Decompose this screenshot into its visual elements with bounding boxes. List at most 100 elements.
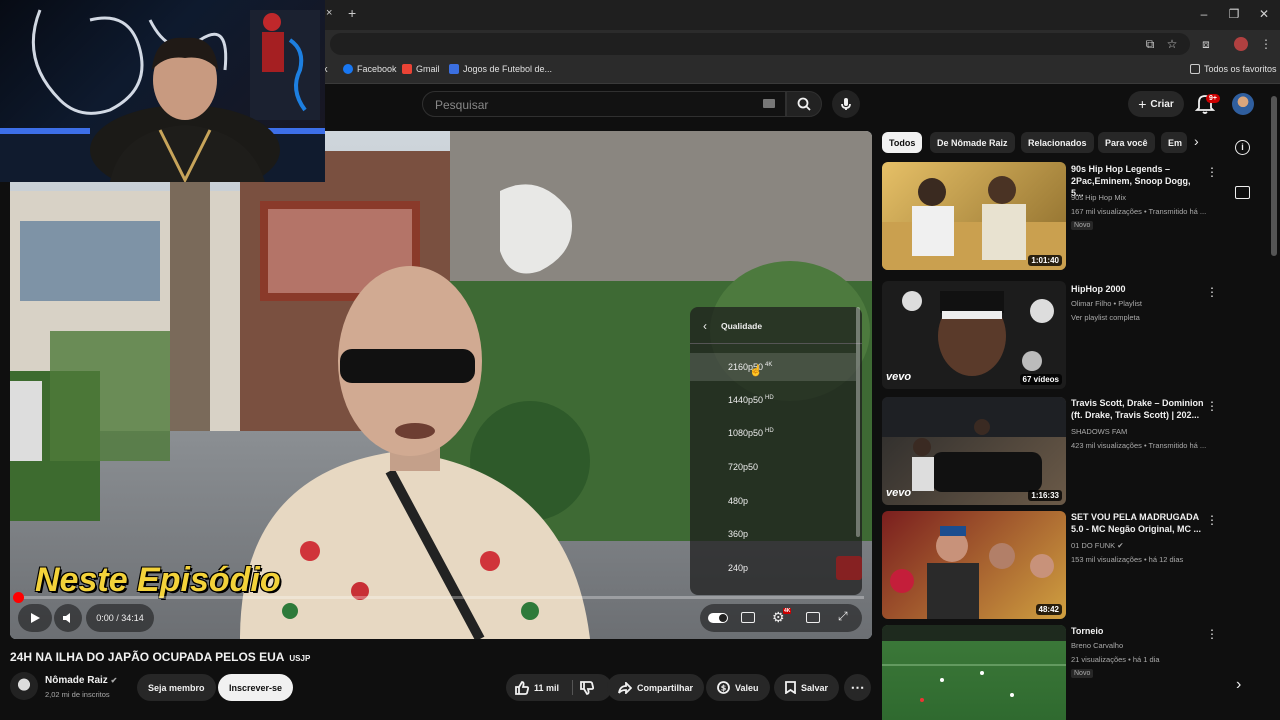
search-placeholder: Pesquisar [435,98,489,112]
more-vertical-icon[interactable]: ⋮ [1206,286,1218,298]
chip-label: Em [1168,137,1183,148]
time-text: 0:00 / 34:14 [96,613,144,623]
vevo-logo: vevo [886,371,912,383]
quality-option[interactable]: 480p [728,496,748,506]
join-button[interactable]: Seja membro [137,674,216,701]
close-window-icon[interactable]: ✕ [1256,7,1272,21]
bookmark-facebook[interactable]: Facebook [343,64,397,74]
recommendation-meta: 167 mil visualizações • Transmitido há .… [1071,207,1207,216]
recommendation-thumbnail[interactable]: 48:42 [882,511,1066,619]
extensions-icon[interactable]: ⧈ [1198,37,1214,52]
like-button[interactable]: 11 mil [515,680,559,695]
quality-option[interactable]: 360p [728,529,748,539]
play-button[interactable] [18,604,52,632]
recommendation-thumbnail[interactable]: 1:01:40 [882,162,1066,270]
recommendation-meta[interactable]: Ver playlist completa [1071,313,1221,322]
create-button[interactable]: + Criar [1128,91,1184,117]
chip-channel[interactable]: De Nômade Raiz [930,132,1015,153]
thanks-button[interactable]: $ Valeu [706,674,770,701]
chip-more[interactable]: Em [1161,132,1187,153]
more-vertical-icon[interactable]: ⋮ [1206,628,1218,640]
bookmark-gmail[interactable]: Gmail [402,64,440,74]
chat-icon[interactable] [1235,186,1250,199]
progress-bar[interactable] [18,596,864,599]
recommendation-title[interactable]: Torneio [1071,625,1205,637]
channel-avatar[interactable] [10,672,38,700]
settings-4k-badge: 4K [783,608,792,614]
mute-button[interactable] [54,604,82,632]
recommendation-thumbnail[interactable]: vevo 1:16:33 [882,397,1066,505]
bookmark-label: Facebook [357,64,397,74]
bookmark-icon [785,681,796,694]
next-chevron-icon[interactable]: › [1236,676,1241,694]
address-bar[interactable] [330,33,1190,55]
restore-icon[interactable]: ❐ [1226,7,1242,21]
subtitles-icon[interactable] [741,612,755,623]
search-input[interactable]: Pesquisar [422,91,786,117]
keyboard-icon[interactable] [763,99,775,108]
minimize-icon[interactable]: – [1196,7,1212,21]
more-vertical-icon[interactable]: ⋮ [1206,400,1218,412]
recommendation-thumbnail[interactable]: vevo 67 vídeos [882,281,1066,389]
chip-related[interactable]: Relacionados [1021,132,1094,153]
new-badge: Novo [1071,669,1094,678]
all-favorites[interactable]: Todos os favoritos [1190,64,1277,74]
like-divider [572,680,573,695]
more-vertical-icon[interactable]: ⋮ [1206,166,1218,178]
quality-option[interactable]: 1440p50 HD [728,395,774,405]
recommendation-channel[interactable]: 01 DO FUNK ✔ [1071,541,1221,550]
close-tab-icon[interactable]: × [326,7,332,19]
save-button[interactable]: Salvar [774,674,840,701]
subscribe-button[interactable]: Inscrever-se [218,674,294,701]
thumbs-down-icon[interactable] [580,681,594,695]
video-overlay-caption: Neste Episódio [35,561,281,599]
playlist-count: 67 vídeos [1019,374,1062,385]
recommendation-channel[interactable]: Breno Carvalho [1071,641,1221,650]
quality-option[interactable]: 720p50 [728,462,758,472]
chips-next-chevron-icon[interactable]: › [1194,133,1199,149]
video-player[interactable]: Neste Episódio ‹ Qualidade 2160p50 4K 144… [10,131,872,639]
autoplay-toggle[interactable] [708,613,728,623]
chip-label: De Nômade Raiz [937,137,1008,148]
video-title: 24H NA ILHA DO JAPÃO OCUPADA PELOS EUA U… [10,650,310,664]
new-tab-button[interactable]: + [348,5,356,21]
recommendation-channel[interactable]: 90s Hip Hop Mix [1071,193,1221,202]
thumbnail-image [890,526,1054,619]
video-title-suffix: USJP [289,654,311,663]
chip-for-you[interactable]: Para você [1098,132,1155,153]
recommendation-meta: 423 mil visualizações • Transmitido há .… [1071,441,1207,450]
back-chevron-icon[interactable]: ‹ [703,319,707,333]
user-avatar[interactable] [1232,93,1254,115]
install-icon[interactable]: ⧉ [1142,37,1158,52]
fullscreen-icon[interactable]: ⤢ [838,609,848,624]
scrubber-handle[interactable] [13,592,24,603]
video-duration: 48:42 [1035,604,1062,615]
quality-option[interactable]: 240p [728,563,748,573]
recommendation-channel[interactable]: Olimar Filho • Playlist [1071,299,1221,308]
browser-menu-icon[interactable]: ⋮ [1258,37,1274,51]
recommendation-title[interactable]: SET VOU PELA MADRUGADA 5.0 - MC Negão Or… [1071,511,1205,535]
channel-name[interactable]: Nômade Raiz ✔ [45,675,117,686]
bookmark-jogos[interactable]: Jogos de Futebol de... [449,64,552,74]
recommendation-title[interactable]: Travis Scott, Drake – Dominion (ft. Drak… [1071,397,1205,421]
more-actions-button[interactable]: ⋯ [844,674,871,701]
share-button[interactable]: Compartilhar [607,674,705,701]
page-scrollbar[interactable] [1271,96,1277,256]
quality-option-badge: HD [765,428,774,434]
theater-mode-icon[interactable] [806,612,820,623]
voice-search-button[interactable] [832,90,860,118]
more-vertical-icon[interactable]: ⋮ [1206,514,1218,526]
quality-option[interactable]: 1080p50 HD [728,428,774,438]
search-button[interactable] [786,91,822,117]
bookmark-star-icon[interactable]: ☆ [1164,37,1180,51]
profile-avatar[interactable] [1234,37,1248,51]
chip-all[interactable]: Todos [882,132,923,153]
search-icon [797,97,811,111]
microphone-icon [841,98,851,110]
recommendation-channel[interactable]: SHADOWS FAM [1071,427,1221,436]
video-duration: 1:16:33 [1028,490,1062,501]
recommendation-thumbnail[interactable] [882,625,1066,720]
info-icon[interactable]: i [1235,140,1250,155]
recommendation-title[interactable]: HipHop 2000 [1071,283,1205,295]
menu-scrollbar[interactable] [856,307,860,537]
